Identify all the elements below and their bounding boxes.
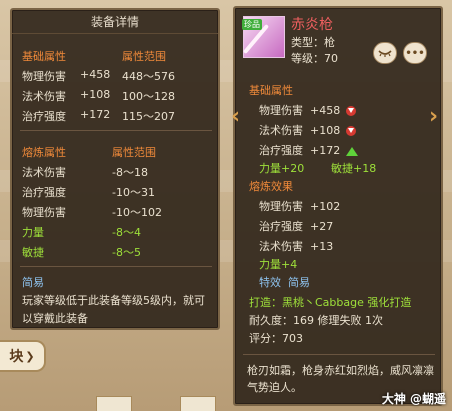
forge-range: -8～18 bbox=[112, 166, 148, 179]
maker-line: 打造：黑桃丶Cabbage 强化打造 bbox=[249, 296, 412, 309]
item-level: 等级：70 bbox=[291, 52, 338, 65]
quality-tag: 简易 bbox=[22, 276, 44, 289]
decrease-icon bbox=[346, 126, 357, 136]
divider bbox=[20, 266, 212, 267]
side-action-button[interactable]: 块 ❯ bbox=[0, 340, 46, 372]
stat-range: 115～207 bbox=[122, 110, 175, 123]
item-type: 类型：枪 bbox=[291, 36, 335, 49]
divider bbox=[243, 354, 435, 355]
forge-green-bonus: 力量+4 bbox=[259, 258, 298, 271]
forge-attr-header: 熔炼属性 bbox=[22, 146, 66, 159]
stat-value: +172 bbox=[80, 108, 111, 121]
agility-bonus: 敏捷+18 bbox=[331, 162, 377, 175]
divider bbox=[20, 130, 212, 131]
bottom-tab[interactable] bbox=[96, 396, 132, 411]
effect-row: 特效 简易 bbox=[259, 276, 310, 289]
stat-value: +458 bbox=[80, 68, 111, 81]
prev-arrow-icon[interactable]: ‹ bbox=[231, 104, 240, 129]
forge-range: -8～5 bbox=[112, 246, 141, 259]
spear-icon: 珍品 bbox=[242, 16, 285, 58]
forge-name: 力量 bbox=[22, 226, 44, 239]
forge-row: 物理伤害 +102 bbox=[259, 200, 341, 213]
stat-range: 448～576 bbox=[122, 70, 175, 83]
stat-row: 物理伤害 +458 bbox=[259, 102, 357, 118]
more-options-button[interactable]: ••• bbox=[403, 42, 427, 64]
forge-range: -10～31 bbox=[112, 186, 155, 199]
forge-row: 法术伤害 +13 bbox=[259, 240, 334, 253]
forge-name: 法术伤害 bbox=[22, 166, 66, 179]
watermark: 大神 @蝴遥 bbox=[381, 392, 446, 406]
bottom-tab[interactable] bbox=[180, 396, 216, 411]
stat-name: 治疗强度 bbox=[22, 110, 66, 123]
forge-range: -8～4 bbox=[112, 226, 141, 239]
decrease-icon bbox=[346, 106, 357, 116]
strength-bonus: 力量+20 bbox=[259, 162, 305, 175]
attr-range-header: 属性范围 bbox=[122, 50, 166, 63]
forge-effect-header: 熔炼效果 bbox=[249, 180, 293, 193]
eye-icon[interactable] bbox=[373, 42, 397, 64]
stat-name: 物理伤害 bbox=[22, 70, 66, 83]
stat-range: 100～128 bbox=[122, 90, 175, 103]
item-name: 赤炎枪 bbox=[291, 17, 333, 33]
stat-row: 治疗强度 +172 bbox=[259, 142, 359, 158]
equip-requirement-note: 玩家等级低于此装备等级5级内，就可以穿戴此装备 bbox=[22, 294, 205, 325]
forge-range-header: 属性范围 bbox=[112, 146, 156, 159]
next-arrow-icon[interactable]: › bbox=[429, 104, 438, 129]
forge-name: 物理伤害 bbox=[22, 206, 66, 219]
forge-range: -10～102 bbox=[112, 206, 162, 219]
base-attr-header: 基础属性 bbox=[22, 50, 66, 63]
equipment-detail-panel: 装备详情 基础属性 属性范围 物理伤害 +458 448～576 法术伤害 +1… bbox=[10, 8, 220, 330]
score-line: 评分：703 bbox=[249, 332, 303, 345]
forge-row: 治疗强度 +27 bbox=[259, 220, 334, 233]
forge-name: 治疗强度 bbox=[22, 186, 66, 199]
increase-icon bbox=[346, 146, 359, 156]
stat-row: 法术伤害 +108 bbox=[259, 122, 357, 138]
durability-line: 耐久度：169 修理失败 1次 bbox=[249, 314, 383, 327]
panel-title: 装备详情 bbox=[12, 10, 218, 34]
forge-name: 敏捷 bbox=[22, 246, 44, 259]
item-tooltip-panel: 珍品 赤炎枪 类型：枪 等级：70 ••• ‹ › 基础属性 物理伤害 +458… bbox=[231, 6, 443, 406]
stat-name: 法术伤害 bbox=[22, 90, 66, 103]
rarity-badge: 珍品 bbox=[242, 19, 262, 30]
stat-value: +108 bbox=[80, 88, 111, 101]
base-attr-header: 基础属性 bbox=[249, 84, 293, 97]
